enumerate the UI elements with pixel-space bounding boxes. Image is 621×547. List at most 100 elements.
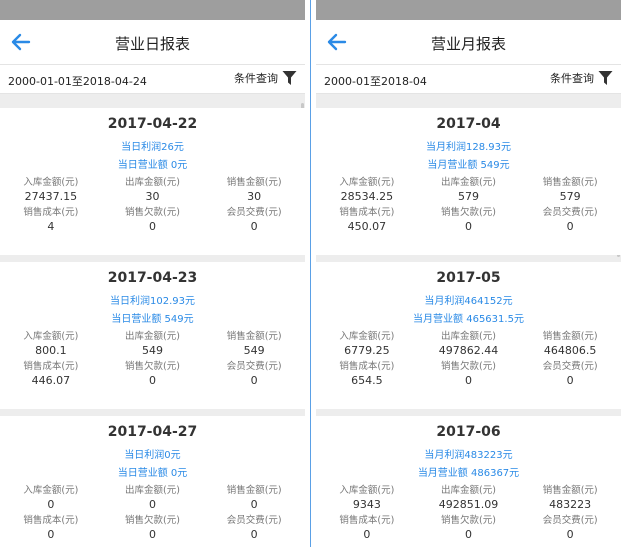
card-date: 2017-06 <box>436 424 501 440</box>
date-range: 2000-01-01至2018-04-24 <box>8 75 147 88</box>
stats-grid: 入库金额(元) 27437.15 出库金额(元) 30 销售金额(元) 30 销售成本… <box>0 176 305 235</box>
stat-label: 会员交费(元) <box>226 515 282 526</box>
funnel-icon <box>282 71 297 85</box>
stat-value: 579 <box>457 190 479 203</box>
card-revenue: 当日营业额 0元 <box>117 468 188 479</box>
stat-cell: 销售金额(元) 30 <box>203 176 305 205</box>
report-card[interactable]: 2017-04 当月利润128.93元 当月营业额 549元 入库金额(元) 28… <box>316 108 621 255</box>
stat-label: 出库金额(元) <box>441 485 496 496</box>
report-card[interactable]: 2017-06 当月利润483223元 当月营业额 486367元 入库金额(元… <box>316 416 621 547</box>
card-revenue: 当月营业额 549元 <box>427 160 510 171</box>
page-title: 营业月报表 <box>430 35 506 53</box>
filter-bar: 2000-01至2018-04 条件查询 <box>316 64 621 94</box>
card-date: 2017-04-22 <box>107 116 198 132</box>
stat-label: 销售欠款(元) <box>125 361 180 372</box>
stat-cell: 入库金额(元) 6779.25 <box>316 330 418 359</box>
stat-value: 0 <box>148 498 156 511</box>
stat-value: 549 <box>141 344 163 357</box>
stat-cell: 销售金额(元) 0 <box>203 484 305 513</box>
stat-value: 0 <box>148 374 156 387</box>
stat-cell: 会员交费(元) 0 <box>519 206 621 235</box>
report-card[interactable]: 2017-04-23 当日利润102.93元 当日营业额 549元 入库金额(元… <box>0 262 305 409</box>
stat-label: 出库金额(元) <box>125 177 180 188</box>
stat-cell: 销售欠款(元) 0 <box>102 360 204 389</box>
stat-cell: 入库金额(元) 800.1 <box>0 330 102 359</box>
stat-cell: 出库金额(元) 579 <box>418 176 520 205</box>
stat-cell: 出库金额(元) 0 <box>102 484 204 513</box>
stat-label: 销售欠款(元) <box>441 361 496 372</box>
stat-cell: 销售欠款(元) 0 <box>102 206 204 235</box>
stat-label: 销售成本(元) <box>339 515 395 526</box>
stat-label: 出库金额(元) <box>441 331 496 342</box>
stat-label: 销售金额(元) <box>542 485 598 496</box>
stat-label: 会员交费(元) <box>542 361 598 372</box>
stat-cell: 销售成本(元) 654.5 <box>316 360 418 389</box>
card-revenue: 当日营业额 0元 <box>117 160 188 171</box>
funnel-icon <box>598 71 613 85</box>
stat-value: 0 <box>250 498 258 511</box>
stat-value: 4 <box>47 220 55 233</box>
stat-label: 销售成本(元) <box>339 361 395 372</box>
report-list[interactable]: 2017-04-22 当日利润26元 当日营业额 0元 入库金额(元) 27437… <box>0 101 305 547</box>
filter-label: 条件查询 <box>550 72 594 85</box>
stat-label: 入库金额(元) <box>23 485 79 496</box>
stat-cell: 会员交费(元) 0 <box>519 514 621 543</box>
stat-label: 入库金额(元) <box>339 485 395 496</box>
stat-cell: 销售金额(元) 464806.5 <box>519 330 621 359</box>
stat-cell: 入库金额(元) 28534.25 <box>316 176 418 205</box>
stat-label: 出库金额(元) <box>125 331 180 342</box>
stat-label: 销售成本(元) <box>339 207 395 218</box>
stat-value: 464806.5 <box>543 344 597 357</box>
filter-button[interactable]: 条件查询 <box>234 70 297 86</box>
card-date: 2017-05 <box>436 270 501 286</box>
stat-value: 450.07 <box>347 220 387 233</box>
filter-button[interactable]: 条件查询 <box>550 70 613 86</box>
stats-grid: 入库金额(元) 9343 出库金额(元) 492851.09 销售金额(元) 4832… <box>316 484 621 543</box>
card-profit: 当日利润102.93元 <box>110 296 195 307</box>
stat-value: 0 <box>47 498 55 511</box>
card-profit: 当月利润128.93元 <box>426 142 511 153</box>
report-card[interactable]: 2017-04-27 当日利润0元 当日营业额 0元 入库金额(元) 0 出库金额… <box>0 416 305 547</box>
card-profit: 当日利润26元 <box>121 142 184 153</box>
stat-label: 销售欠款(元) <box>441 515 496 526</box>
report-list[interactable]: 2017-04 当月利润128.93元 当月营业额 549元 入库金额(元) 28… <box>316 101 621 547</box>
stat-value: 0 <box>464 374 472 387</box>
stat-value: 0 <box>566 374 574 387</box>
stat-value: 0 <box>47 528 55 541</box>
stat-label: 会员交费(元) <box>226 207 282 218</box>
stats-grid: 入库金额(元) 6779.25 出库金额(元) 497862.44 销售金额(元) 4… <box>316 330 621 389</box>
stat-value: 497862.44 <box>438 344 499 357</box>
stat-cell: 出库金额(元) 492851.09 <box>418 484 520 513</box>
date-range: 2000-01至2018-04 <box>324 75 427 88</box>
stat-label: 会员交费(元) <box>542 207 598 218</box>
stat-label: 会员交费(元) <box>226 361 282 372</box>
stat-cell: 入库金额(元) 27437.15 <box>0 176 102 205</box>
card-date: 2017-04 <box>436 116 501 132</box>
stats-grid: 入库金额(元) 800.1 出库金额(元) 549 销售金额(元) 549 销售成本(… <box>0 330 305 389</box>
stat-value: 0 <box>566 220 574 233</box>
stat-label: 入库金额(元) <box>339 331 395 342</box>
page-title: 营业日报表 <box>114 35 190 53</box>
stat-cell: 销售成本(元) 4 <box>0 206 102 235</box>
stat-label: 销售金额(元) <box>542 177 598 188</box>
stat-cell: 销售欠款(元) 0 <box>418 514 520 543</box>
stat-label: 出库金额(元) <box>441 177 496 188</box>
report-card[interactable]: 2017-05 当月利润464152元 当月营业额 465631.5元 入库金额… <box>316 262 621 409</box>
stat-cell: 销售欠款(元) 0 <box>418 360 520 389</box>
stat-value: 0 <box>148 528 156 541</box>
monthly-report-screen: 营业月报表 2000-01至2018-04 条件查询 2017-04 当月利润1… <box>316 0 621 547</box>
report-card[interactable]: 2017-04-22 当日利润26元 当日营业额 0元 入库金额(元) 27437… <box>0 108 305 255</box>
stat-cell: 会员交费(元) 0 <box>203 360 305 389</box>
stat-label: 销售金额(元) <box>226 177 282 188</box>
stat-cell: 销售成本(元) 450.07 <box>316 206 418 235</box>
stat-value: 0 <box>464 528 472 541</box>
stat-label: 销售成本(元) <box>23 207 79 218</box>
stat-value: 654.5 <box>351 374 383 387</box>
stat-value: 0 <box>250 528 258 541</box>
stats-grid: 入库金额(元) 28534.25 出库金额(元) 579 销售金额(元) 579 销售… <box>316 176 621 235</box>
card-date: 2017-04-27 <box>107 424 198 440</box>
stat-value: 0 <box>363 528 371 541</box>
stat-value: 549 <box>243 344 265 357</box>
stat-value: 446.07 <box>31 374 71 387</box>
stat-value: 492851.09 <box>438 498 499 511</box>
